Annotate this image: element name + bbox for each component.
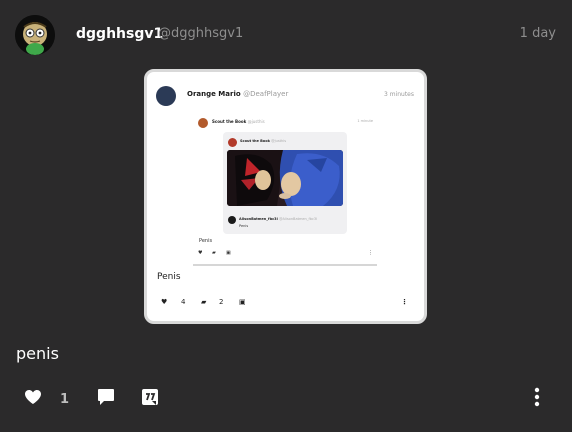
post-username[interactable]: dgghhsgv1 bbox=[76, 26, 163, 42]
quote-handle: @justhis bbox=[247, 119, 265, 124]
like-count: 1 bbox=[60, 391, 70, 407]
heart-icon[interactable] bbox=[24, 389, 42, 409]
embed-handle: @DeafPlayer bbox=[243, 90, 289, 98]
reply-author-name: AlisonBatmen_fbc3l bbox=[239, 217, 278, 221]
nested-quote-image bbox=[227, 150, 343, 206]
more-vertical-icon[interactable] bbox=[533, 387, 541, 411]
heart-icon: ♥ bbox=[161, 298, 168, 306]
embed-quote: Scout the Book @justhis 1 minute Scout t… bbox=[193, 112, 377, 266]
quote-post-icon: ▣ bbox=[239, 298, 246, 306]
nested-quote: Scout the Book @justhis AlisonBatmen_fbc… bbox=[223, 132, 347, 234]
quote-actions: ♥ ▰ ▣ ⋮ bbox=[198, 250, 373, 258]
embed-author-name: Orange Mario bbox=[187, 90, 241, 98]
post-actions: 1 bbox=[0, 386, 572, 412]
heart-icon: ♥ bbox=[198, 250, 203, 256]
reply-avatar bbox=[228, 216, 236, 224]
comment-bubble-icon: ▰ bbox=[201, 298, 207, 306]
comment-bubble-icon[interactable] bbox=[97, 388, 115, 410]
quote-name: Scout the Book @justhis bbox=[212, 119, 265, 124]
avatar[interactable] bbox=[15, 15, 55, 55]
more-vertical-icon: ⋮ bbox=[401, 298, 408, 306]
nested-quote-author-name: Scout the Book bbox=[240, 139, 270, 143]
reply-name: AlisonBatmen_fbc3l @AlisonBatmen_fbc3l bbox=[239, 217, 317, 221]
quote-post-icon[interactable] bbox=[141, 388, 159, 410]
embedded-screenshot[interactable]: Orange Mario @DeafPlayer 3 minutes Scout… bbox=[144, 69, 427, 324]
quote-author-name: Scout the Book bbox=[212, 119, 247, 124]
embed-timestamp: 3 minutes bbox=[383, 91, 414, 98]
embed-comment-count: 2 bbox=[219, 298, 224, 306]
quote-avatar bbox=[198, 118, 208, 128]
embed-avatar bbox=[156, 86, 176, 106]
post-text: penis bbox=[16, 344, 59, 363]
nested-quote-avatar bbox=[228, 138, 237, 147]
nested-quote-handle: @justhis bbox=[271, 139, 287, 143]
comment-button[interactable] bbox=[97, 386, 115, 412]
comment-bubble-icon: ▰ bbox=[212, 250, 216, 256]
reply-handle: @AlisonBatmen_fbc3l bbox=[279, 217, 318, 221]
quote-timestamp: 1 minute bbox=[357, 119, 373, 123]
more-vertical-icon: ⋮ bbox=[368, 250, 373, 256]
quote-button[interactable] bbox=[141, 386, 159, 412]
embed-name: Orange Mario @DeafPlayer bbox=[187, 90, 288, 98]
like-button[interactable]: 1 bbox=[24, 386, 69, 412]
embed-text: Penis bbox=[157, 272, 181, 282]
quote-post-icon: ▣ bbox=[226, 250, 231, 256]
post-handle[interactable]: @dgghhsgv1 bbox=[158, 26, 243, 41]
reply-text: Penis bbox=[239, 224, 249, 228]
embed-like-count: 4 bbox=[181, 298, 186, 306]
post-timestamp[interactable]: 1 day bbox=[520, 26, 556, 41]
nested-quote-name: Scout the Book @justhis bbox=[240, 139, 286, 143]
more-options-button[interactable] bbox=[533, 386, 541, 412]
quote-text: Penis bbox=[199, 238, 213, 244]
embed-actions: ♥ 4 ▰ 2 ▣ ⋮ bbox=[161, 297, 411, 309]
post: dgghhsgv1 @dgghhsgv1 1 day Orange Mario … bbox=[0, 0, 572, 432]
